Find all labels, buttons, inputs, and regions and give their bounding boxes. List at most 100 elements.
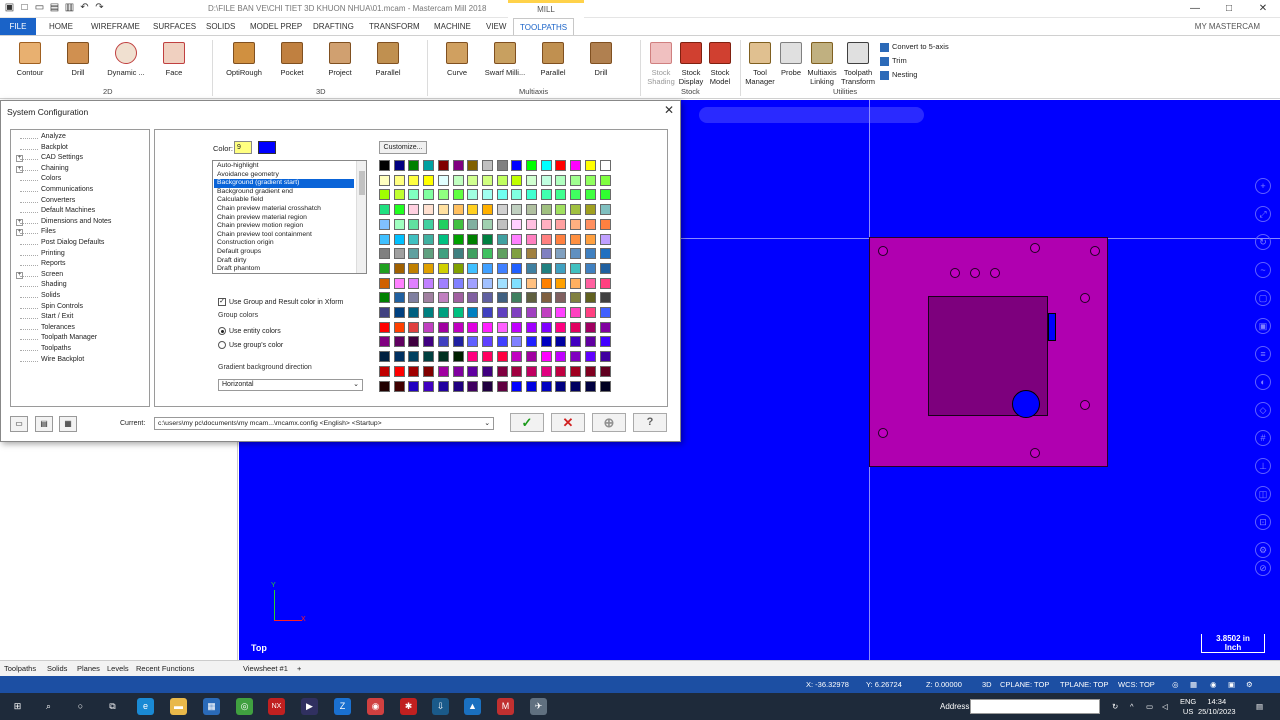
palette-color-cell[interactable] [481, 336, 493, 348]
palette-color-cell[interactable] [540, 189, 552, 201]
palette-color-cell[interactable] [393, 248, 405, 260]
palette-color-cell[interactable] [584, 380, 596, 392]
palette-color-cell[interactable] [599, 218, 611, 230]
palette-color-cell[interactable] [570, 292, 582, 304]
palette-color-cell[interactable] [393, 351, 405, 363]
palette-color-cell[interactable] [584, 204, 596, 216]
tab-solids[interactable]: SOLIDS [200, 18, 241, 35]
palette-color-cell[interactable] [481, 307, 493, 318]
palette-color-cell[interactable] [379, 321, 390, 333]
palette-color-cell[interactable] [540, 204, 552, 216]
list-item[interactable]: Avoidance geometry [214, 171, 354, 180]
palette-color-cell[interactable] [393, 321, 405, 333]
tab-home[interactable]: HOME [43, 18, 79, 35]
palette-color-cell[interactable] [408, 189, 420, 201]
palette-color-cell[interactable] [423, 174, 435, 186]
palette-color-cell[interactable] [452, 189, 464, 201]
palette-color-cell[interactable] [511, 307, 523, 318]
palette-color-cell[interactable] [526, 248, 537, 260]
palette-color-cell[interactable] [599, 336, 611, 348]
palette-color-cell[interactable] [570, 262, 582, 274]
palette-color-cell[interactable] [452, 248, 464, 260]
palette-color-cell[interactable] [437, 351, 449, 363]
zoom-fit-icon[interactable]: ⤢ [1255, 206, 1271, 222]
palette-color-cell[interactable] [570, 277, 582, 289]
windows-start-icon[interactable]: ⊞ [9, 698, 26, 715]
palette-color-cell[interactable] [437, 174, 449, 186]
downloader-icon[interactable]: ⇩ [432, 698, 449, 715]
palette-color-cell[interactable] [408, 380, 420, 392]
globe-icon[interactable]: ◎ [1172, 680, 1179, 689]
curve-button[interactable]: Curve [433, 42, 481, 77]
palette-color-cell[interactable] [570, 307, 582, 318]
palette-color-cell[interactable] [511, 262, 523, 274]
status-cplane[interactable]: CPLANE: TOP [1000, 680, 1049, 689]
palette-color-cell[interactable] [570, 233, 582, 245]
palette-color-cell[interactable] [540, 248, 552, 260]
palette-color-cell[interactable] [599, 351, 611, 363]
palette-color-cell[interactable] [437, 277, 449, 289]
palette-color-cell[interactable] [584, 365, 596, 377]
palette-color-cell[interactable] [526, 160, 537, 171]
palette-color-cell[interactable] [599, 189, 611, 201]
palette-color-cell[interactable] [599, 160, 611, 171]
color-number-field[interactable]: 9 [234, 141, 252, 154]
palette-color-cell[interactable] [437, 218, 449, 230]
palette-color-cell[interactable] [584, 189, 596, 201]
palette-color-cell[interactable] [540, 160, 552, 171]
palette-color-cell[interactable] [555, 292, 567, 304]
palette-color-cell[interactable] [408, 336, 420, 348]
list-item[interactable]: Construction origin [214, 239, 354, 248]
convert-5axis-button[interactable]: Convert to 5-axis [880, 42, 949, 52]
palette-color-cell[interactable] [496, 248, 508, 260]
palette-color-cell[interactable] [599, 380, 611, 392]
palette-color-cell[interactable] [555, 174, 567, 186]
palette-color-cell[interactable] [526, 380, 537, 392]
search-icon[interactable]: ⌕ [40, 698, 57, 715]
list-item[interactable]: Default groups [214, 248, 354, 257]
volume-icon[interactable]: ◁ [1162, 702, 1168, 711]
settings-status-icon[interactable]: ⚙ [1246, 680, 1253, 689]
palette-color-cell[interactable] [540, 174, 552, 186]
palette-color-cell[interactable] [393, 277, 405, 289]
palette-color-cell[interactable] [555, 262, 567, 274]
drill-multiaxis-button[interactable]: Drill [577, 42, 625, 77]
list-item[interactable]: Background gradient end [214, 188, 354, 197]
palette-color-cell[interactable] [570, 160, 582, 171]
palette-color-cell[interactable] [496, 307, 508, 318]
palette-color-cell[interactable] [408, 321, 420, 333]
palette-color-cell[interactable] [570, 218, 582, 230]
palette-color-cell[interactable] [584, 233, 596, 245]
network-icon[interactable]: ▭ [1146, 702, 1153, 711]
media-icon[interactable]: ▶ [301, 698, 318, 715]
tab-surfaces[interactable]: SURFACES [147, 18, 202, 35]
palette-color-cell[interactable] [379, 336, 390, 348]
palette-color-cell[interactable] [408, 248, 420, 260]
palette-color-cell[interactable] [393, 262, 405, 274]
palette-color-cell[interactable] [437, 321, 449, 333]
stock-model-button[interactable]: Stock Model [702, 42, 738, 86]
palette-color-cell[interactable] [555, 204, 567, 216]
palette-color-cell[interactable] [511, 248, 523, 260]
palette-color-cell[interactable] [511, 351, 523, 363]
palette-color-cell[interactable] [511, 218, 523, 230]
palette-color-cell[interactable] [570, 351, 582, 363]
parallel-3d-button[interactable]: Parallel [364, 42, 412, 77]
palette-color-cell[interactable] [467, 307, 479, 318]
palette-color-cell[interactable] [467, 351, 479, 363]
app-grey-icon[interactable]: ✈ [530, 698, 547, 715]
color-swatch[interactable] [258, 141, 276, 154]
palette-color-cell[interactable] [496, 351, 508, 363]
cube-icon[interactable]: ▢ [1255, 290, 1271, 306]
palette-color-cell[interactable] [393, 218, 405, 230]
toolpath-transform-button[interactable]: Toolpath Transform [840, 42, 876, 86]
palette-color-cell[interactable] [467, 292, 479, 304]
palette-color-cell[interactable] [467, 262, 479, 274]
palette-color-cell[interactable] [423, 365, 435, 377]
palette-color-cell[interactable] [584, 277, 596, 289]
list-item[interactable]: Background (gradient start) [214, 179, 354, 188]
palette-color-cell[interactable] [423, 189, 435, 201]
clip-icon[interactable]: ⊡ [1255, 514, 1271, 530]
list-item[interactable]: Chain preview material region [214, 214, 354, 223]
palette-color-cell[interactable] [481, 380, 493, 392]
